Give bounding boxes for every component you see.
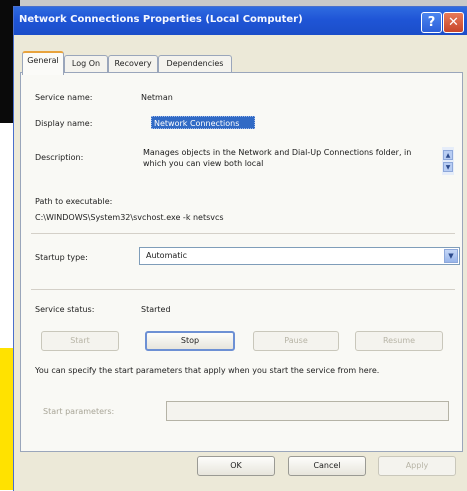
- start-parameters-label: Start parameters:: [43, 407, 115, 416]
- title-bar[interactable]: Network Connections Properties (Local Co…: [14, 7, 467, 35]
- service-name-label: Service name:: [35, 93, 93, 102]
- service-status-value: Started: [141, 305, 171, 314]
- tab-dependencies[interactable]: Dependencies: [158, 55, 232, 73]
- stop-button[interactable]: Stop: [145, 331, 235, 351]
- description-box[interactable]: Manages objects in the Network and Dial-…: [139, 147, 457, 175]
- help-button[interactable]: ?: [421, 12, 442, 33]
- pause-button[interactable]: Pause: [253, 331, 339, 351]
- service-name-value: Netman: [141, 93, 173, 102]
- help-icon: ?: [427, 15, 436, 30]
- start-button[interactable]: Start: [41, 331, 119, 351]
- resume-button[interactable]: Resume: [355, 331, 443, 351]
- tab-log-on[interactable]: Log On: [64, 55, 108, 73]
- service-status-label: Service status:: [35, 305, 95, 314]
- path-value: C:\WINDOWS\System32\svchost.exe -k netsv…: [35, 213, 224, 222]
- display-name-field[interactable]: Network Connections: [151, 116, 255, 129]
- description-text: Manages objects in the Network and Dial-…: [143, 148, 412, 168]
- separator: [31, 289, 455, 290]
- close-icon: ✕: [448, 15, 459, 30]
- startup-type-label: Startup type:: [35, 253, 88, 262]
- path-label: Path to executable:: [35, 197, 113, 206]
- properties-dialog: Network Connections Properties (Local Co…: [13, 6, 467, 491]
- tab-recovery[interactable]: Recovery: [108, 55, 158, 73]
- general-tab-panel: Service name: Netman Display name: Netwo…: [20, 72, 463, 452]
- window-title: Network Connections Properties (Local Co…: [19, 14, 303, 25]
- description-scrollbar[interactable]: ▲ ▼: [442, 147, 454, 175]
- description-label: Description:: [35, 153, 84, 162]
- tab-general[interactable]: General: [22, 51, 64, 75]
- chevron-down-icon[interactable]: ▼: [444, 249, 458, 263]
- scroll-down-icon[interactable]: ▼: [443, 162, 453, 172]
- apply-button[interactable]: Apply: [378, 456, 456, 476]
- separator: [31, 233, 455, 234]
- startup-type-select[interactable]: Automatic ▼: [139, 247, 460, 265]
- startup-type-value: Automatic: [146, 251, 188, 260]
- start-parameters-note: You can specify the start parameters tha…: [35, 366, 380, 375]
- display-name-label: Display name:: [35, 119, 93, 128]
- close-button[interactable]: ✕: [443, 12, 464, 33]
- start-parameters-input[interactable]: [166, 401, 449, 421]
- scroll-up-icon[interactable]: ▲: [443, 150, 453, 160]
- cancel-button[interactable]: Cancel: [288, 456, 366, 476]
- ok-button[interactable]: OK: [197, 456, 275, 476]
